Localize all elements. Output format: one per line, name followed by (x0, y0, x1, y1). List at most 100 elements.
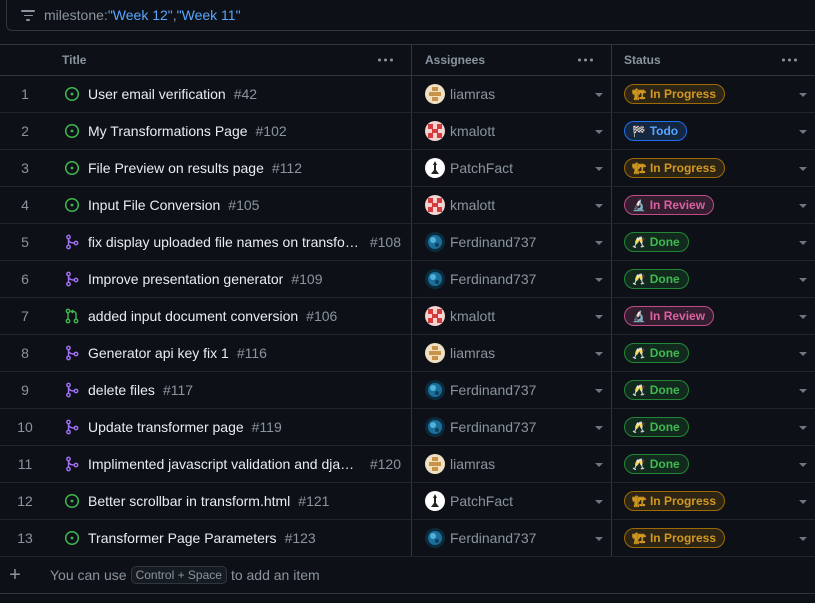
status-cell[interactable]: 🥂 Done (612, 372, 815, 408)
column-menu-icon[interactable] (782, 58, 797, 62)
chevron-down-icon[interactable] (799, 93, 807, 97)
chevron-down-icon[interactable] (799, 315, 807, 319)
filter-bar[interactable]: milestone:"Week 12","Week 11" (6, 0, 815, 31)
assignee-name[interactable]: kmalott (450, 197, 495, 213)
item-title-link[interactable]: Transformer Page Parameters (88, 530, 277, 546)
chevron-down-icon[interactable] (595, 537, 603, 541)
item-title-link[interactable]: Generator api key fix 1 (88, 345, 229, 361)
status-cell[interactable]: 🏗 In Progress (612, 150, 815, 186)
table-row[interactable]: 4 Input File Conversion #105 kmalott 🔬 I… (0, 187, 815, 224)
status-cell[interactable]: 🏗 In Progress (612, 520, 815, 556)
chevron-down-icon[interactable] (799, 278, 807, 282)
assignee-cell[interactable]: Ferdinand737 (412, 520, 612, 556)
table-row[interactable]: 6 Improve presentation generator #109 Fe… (0, 261, 815, 298)
assignee-cell[interactable]: Ferdinand737 (412, 409, 612, 445)
assignee-cell[interactable]: PatchFact (412, 150, 612, 186)
status-cell[interactable]: 🥂 Done (612, 261, 815, 297)
chevron-down-icon[interactable] (595, 130, 603, 134)
chevron-down-icon[interactable] (595, 167, 603, 171)
title-cell[interactable]: Implimented javascript validation and dj… (50, 446, 412, 482)
title-cell[interactable]: Better scrollbar in transform.html #121 (50, 483, 412, 519)
assignee-cell[interactable]: kmalott (412, 113, 612, 149)
assignee-cell[interactable]: PatchFact (412, 483, 612, 519)
chevron-down-icon[interactable] (595, 352, 603, 356)
title-cell[interactable]: Update transformer page #119 (50, 409, 412, 445)
assignee-name[interactable]: Ferdinand737 (450, 530, 536, 546)
chevron-down-icon[interactable] (595, 315, 603, 319)
assignee-name[interactable]: liamras (450, 345, 495, 361)
status-cell[interactable]: 🥂 Done (612, 335, 815, 371)
title-cell[interactable]: Generator api key fix 1 #116 (50, 335, 412, 371)
add-item-row[interactable]: + You can use Control + Space to add an … (0, 557, 815, 594)
chevron-down-icon[interactable] (799, 537, 807, 541)
status-cell[interactable]: 🥂 Done (612, 446, 815, 482)
assignee-cell[interactable]: Ferdinand737 (412, 261, 612, 297)
assignee-name[interactable]: Ferdinand737 (450, 419, 536, 435)
column-header-status[interactable]: Status (612, 45, 815, 75)
assignee-name[interactable]: Ferdinand737 (450, 382, 536, 398)
title-cell[interactable]: User email verification #42 (50, 76, 412, 112)
chevron-down-icon[interactable] (595, 204, 603, 208)
chevron-down-icon[interactable] (595, 426, 603, 430)
item-title-link[interactable]: Implimented javascript validation and dj… (88, 456, 362, 472)
table-row[interactable]: 2 My Transformations Page #102 kmalott 🏁… (0, 113, 815, 150)
title-cell[interactable]: My Transformations Page #102 (50, 113, 412, 149)
item-title-link[interactable]: File Preview on results page (88, 160, 264, 176)
plus-icon[interactable]: + (0, 565, 30, 585)
item-title-link[interactable]: Better scrollbar in transform.html (88, 493, 290, 509)
chevron-down-icon[interactable] (595, 389, 603, 393)
table-row[interactable]: 12 Better scrollbar in transform.html #1… (0, 483, 815, 520)
table-row[interactable]: 9 delete files #117 Ferdinand737 🥂 Done (0, 372, 815, 409)
status-cell[interactable]: 🥂 Done (612, 224, 815, 260)
table-row[interactable]: 5 fix display uploaded file names on tra… (0, 224, 815, 261)
assignee-name[interactable]: Ferdinand737 (450, 271, 536, 287)
table-row[interactable]: 8 Generator api key fix 1 #116 liamras 🥂… (0, 335, 815, 372)
chevron-down-icon[interactable] (799, 389, 807, 393)
table-row[interactable]: 13 Transformer Page Parameters #123 Ferd… (0, 520, 815, 557)
status-cell[interactable]: 🏗 In Progress (612, 483, 815, 519)
chevron-down-icon[interactable] (799, 130, 807, 134)
assignee-cell[interactable]: liamras (412, 446, 612, 482)
status-cell[interactable]: 🏗 In Progress (612, 76, 815, 112)
assignee-name[interactable]: PatchFact (450, 493, 513, 509)
table-row[interactable]: 3 File Preview on results page #112 Patc… (0, 150, 815, 187)
assignee-name[interactable]: kmalott (450, 308, 495, 324)
status-cell[interactable]: 🔬 In Review (612, 187, 815, 223)
chevron-down-icon[interactable] (799, 500, 807, 504)
chevron-down-icon[interactable] (799, 167, 807, 171)
status-cell[interactable]: 🥂 Done (612, 409, 815, 445)
title-cell[interactable]: Transformer Page Parameters #123 (50, 520, 412, 556)
column-header-title[interactable]: Title (50, 45, 412, 75)
table-row[interactable]: 10 Update transformer page #119 Ferdinan… (0, 409, 815, 446)
item-title-link[interactable]: delete files (88, 382, 155, 398)
assignee-cell[interactable]: Ferdinand737 (412, 224, 612, 260)
chevron-down-icon[interactable] (799, 352, 807, 356)
chevron-down-icon[interactable] (799, 204, 807, 208)
chevron-down-icon[interactable] (595, 500, 603, 504)
chevron-down-icon[interactable] (595, 278, 603, 282)
chevron-down-icon[interactable] (799, 426, 807, 430)
title-cell[interactable]: File Preview on results page #112 (50, 150, 412, 186)
title-cell[interactable]: Improve presentation generator #109 (50, 261, 412, 297)
title-cell[interactable]: delete files #117 (50, 372, 412, 408)
assignee-name[interactable]: liamras (450, 456, 495, 472)
item-title-link[interactable]: User email verification (88, 86, 226, 102)
chevron-down-icon[interactable] (595, 93, 603, 97)
filter-query[interactable]: milestone:"Week 12","Week 11" (44, 7, 241, 23)
title-cell[interactable]: fix display uploaded file names on trans… (50, 224, 412, 260)
item-title-link[interactable]: added input document conversion (88, 308, 298, 324)
assignee-name[interactable]: Ferdinand737 (450, 234, 536, 250)
column-menu-icon[interactable] (378, 58, 393, 62)
table-row[interactable]: 11 Implimented javascript validation and… (0, 446, 815, 483)
status-cell[interactable]: 🔬 In Review (612, 298, 815, 334)
item-title-link[interactable]: Input File Conversion (88, 197, 220, 213)
assignee-cell[interactable]: Ferdinand737 (412, 372, 612, 408)
chevron-down-icon[interactable] (595, 463, 603, 467)
item-title-link[interactable]: My Transformations Page (88, 123, 248, 139)
status-cell[interactable]: 🏁 Todo (612, 113, 815, 149)
assignee-cell[interactable]: liamras (412, 335, 612, 371)
table-row[interactable]: 7 added input document conversion #106 k… (0, 298, 815, 335)
item-title-link[interactable]: Improve presentation generator (88, 271, 283, 287)
item-title-link[interactable]: Update transformer page (88, 419, 244, 435)
table-row[interactable]: 1 User email verification #42 liamras 🏗 … (0, 76, 815, 113)
